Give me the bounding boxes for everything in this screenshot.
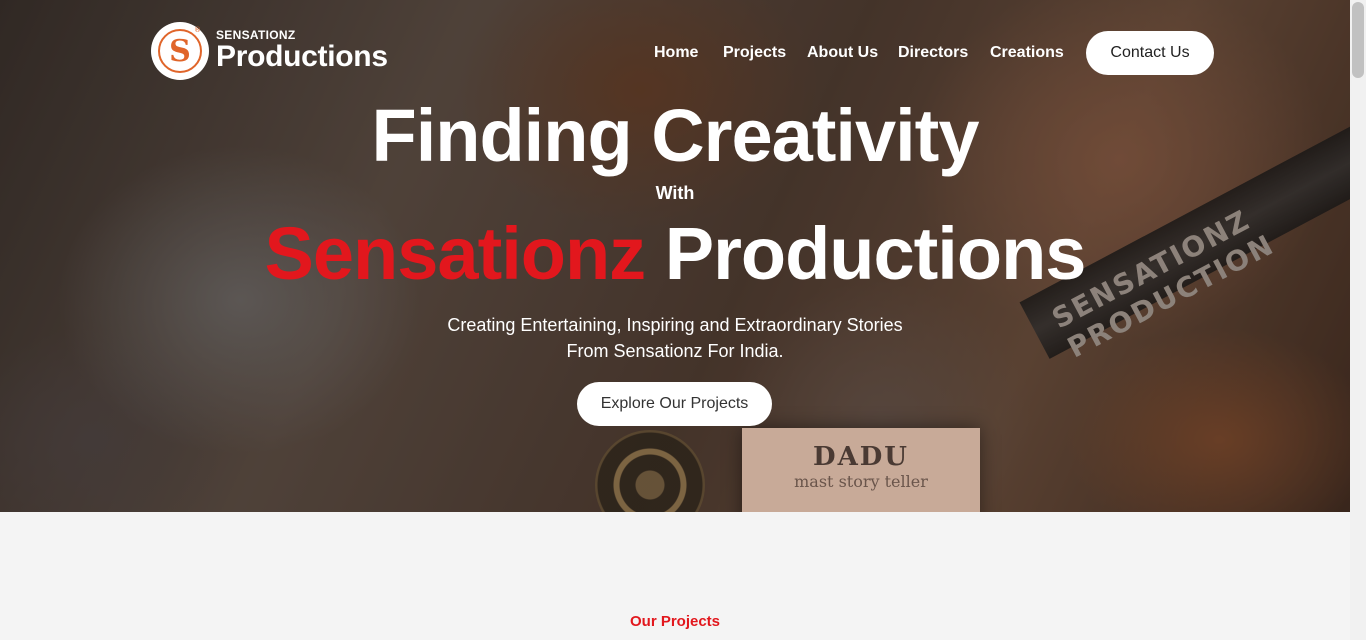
- card-title: DADU: [813, 442, 909, 472]
- hero-subtitle: Creating Entertaining, Inspiring and Ext…: [0, 312, 1350, 364]
- page-scrollbar[interactable]: [1350, 0, 1366, 640]
- hero-heading-line2-rest: Productions: [664, 212, 1087, 295]
- nav-home[interactable]: Home: [654, 44, 698, 62]
- explore-projects-button[interactable]: Explore Our Projects: [577, 382, 772, 426]
- hero-with-text: With: [655, 183, 695, 203]
- scrollbar-thumb[interactable]: [1352, 2, 1364, 78]
- nav-projects[interactable]: Projects: [723, 44, 786, 62]
- our-projects-label: Our Projects: [629, 613, 721, 630]
- logo-s-icon: S: [158, 29, 202, 73]
- hero-subtitle-line1: Creating Entertaining, Inspiring and Ext…: [447, 315, 903, 335]
- card-subtitle: mast story teller: [794, 472, 928, 491]
- nav-directors[interactable]: Directors: [898, 44, 968, 62]
- logo-big-text: Productions: [216, 40, 388, 73]
- nav-about-us[interactable]: About Us: [807, 44, 878, 62]
- hero-heading-line2: Sensationz Productions: [0, 212, 1350, 296]
- logo-mark: S ®: [151, 22, 209, 80]
- hero-accent-text: Sensationz: [264, 212, 647, 295]
- contact-us-button[interactable]: Contact Us: [1086, 31, 1214, 75]
- hero-subtitle-line2: From Sensationz For India.: [566, 341, 784, 361]
- nav-creations[interactable]: Creations: [990, 44, 1064, 62]
- hero-heading-line1: Finding Creativity: [371, 94, 980, 177]
- brand-logo[interactable]: S ® SENSATIONZ Productions: [151, 22, 388, 80]
- dadu-clapper-card: DADU mast story teller: [742, 428, 980, 512]
- film-reel-icon: [595, 430, 705, 512]
- registered-mark: ®: [194, 26, 201, 34]
- logo-text: SENSATIONZ Productions: [216, 29, 388, 73]
